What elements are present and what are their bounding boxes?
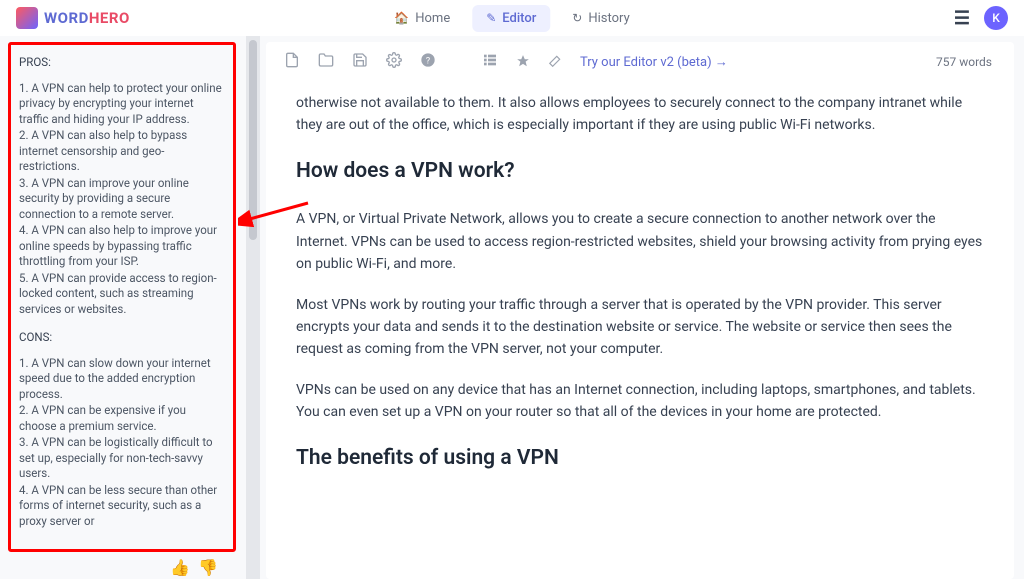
logo-icon: [16, 7, 38, 29]
svg-text:?: ?: [426, 55, 431, 66]
article-paragraph: A VPN, or Virtual Private Network, allow…: [296, 208, 984, 275]
nav-history[interactable]: ↻ History: [558, 5, 643, 32]
pros-item: 2. A VPN can also help to bypass interne…: [19, 128, 225, 175]
home-icon: 🏠: [394, 11, 409, 25]
nav-tabs: 🏠 Home ✎ Editor ↻ History: [380, 5, 643, 32]
article-content[interactable]: otherwise not available to them. It also…: [266, 82, 1014, 579]
pros-heading: PROS:: [19, 55, 225, 71]
nav-home-label: Home: [415, 11, 450, 26]
pros-item: 3. A VPN can improve your online securit…: [19, 176, 225, 223]
pros-item: 5. A VPN can provide access to region-lo…: [19, 271, 225, 318]
generated-output-box: PROS: 1. A VPN can help to protect your …: [8, 42, 236, 552]
wand-icon[interactable]: [548, 53, 562, 72]
save-icon[interactable]: [352, 52, 368, 72]
logo-text: WORDHERO: [44, 9, 130, 27]
pros-item: 1. A VPN can help to protect your online…: [19, 81, 225, 128]
logo[interactable]: WORDHERO: [16, 7, 130, 29]
avatar[interactable]: K: [984, 6, 1008, 30]
nav-history-label: History: [588, 11, 629, 26]
nav-home[interactable]: 🏠 Home: [380, 5, 464, 32]
cons-item: 1. A VPN can slow down your internet spe…: [19, 356, 225, 403]
editor-panel: ? Try our Editor v2 (beta) → 757 words o…: [266, 42, 1014, 579]
scroll-thumb[interactable]: [249, 40, 257, 240]
article-paragraph: VPNs can be used on any device that has …: [296, 379, 984, 424]
open-folder-icon[interactable]: [318, 52, 334, 72]
feedback-buttons: 👍 👎: [8, 558, 236, 577]
article-heading-benefits: The benefits of using a VPN: [296, 442, 984, 476]
editor-toolbar: ? Try our Editor v2 (beta) → 757 words: [266, 42, 1014, 82]
cons-item: 2. A VPN can be expensive if you choose …: [19, 403, 225, 434]
article-heading-how: How does a VPN work?: [296, 155, 984, 189]
logo-word: WORD: [44, 9, 89, 27]
edit-icon: ✎: [486, 11, 496, 25]
nav-editor[interactable]: ✎ Editor: [472, 5, 550, 32]
word-count: 757 words: [936, 55, 996, 69]
cons-item: 3. A VPN can be logistically difficult t…: [19, 435, 225, 482]
main-layout: PROS: 1. A VPN can help to protect your …: [0, 36, 1024, 579]
sidebar: PROS: 1. A VPN can help to protect your …: [0, 36, 246, 579]
history-icon: ↻: [572, 11, 582, 25]
pin-icon[interactable]: [516, 53, 530, 72]
logo-hero: HERO: [89, 9, 130, 27]
sidebar-scrollbar[interactable]: [246, 36, 260, 579]
menu-icon[interactable]: ☰: [954, 8, 970, 29]
pros-item: 4. A VPN can also help to improve your o…: [19, 223, 225, 270]
cons-item: 4. A VPN can be less secure than other f…: [19, 483, 225, 530]
thumbs-down-icon[interactable]: 👎: [198, 558, 218, 577]
try-editor-link[interactable]: Try our Editor v2 (beta) →: [580, 54, 728, 70]
article-paragraph: Most VPNs work by routing your traffic t…: [296, 294, 984, 361]
help-icon[interactable]: ?: [420, 52, 436, 72]
article-paragraph: otherwise not available to them. It also…: [296, 92, 984, 137]
header-right: ☰ K: [954, 6, 1008, 30]
thumbs-up-icon[interactable]: 👍: [170, 558, 190, 577]
app-header: WORDHERO 🏠 Home ✎ Editor ↻ History ☰ K: [0, 0, 1024, 36]
gear-icon[interactable]: [386, 52, 402, 72]
nav-editor-label: Editor: [502, 11, 536, 26]
list-icon[interactable]: [482, 52, 498, 72]
new-doc-icon[interactable]: [284, 52, 300, 72]
cons-heading: CONS:: [19, 330, 225, 346]
